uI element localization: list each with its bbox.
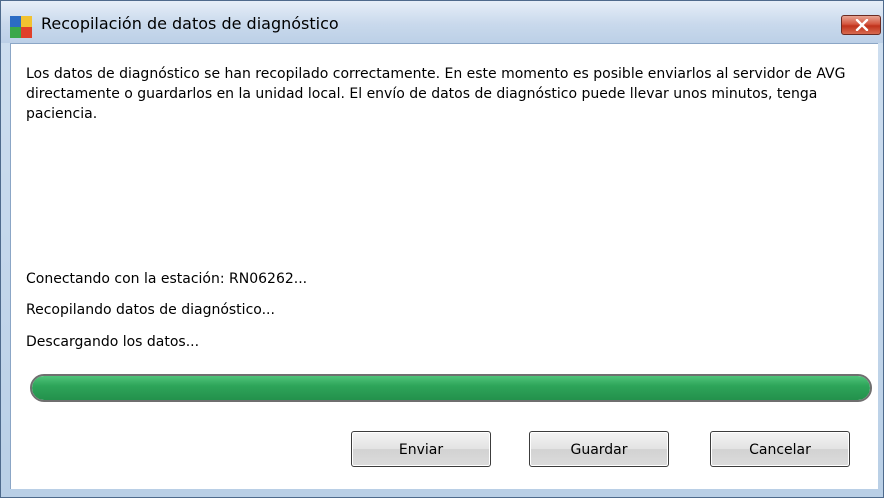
status-connecting: Conectando con la estación: RN06262...: [26, 271, 308, 287]
status-collecting: Recopilando datos de diagnóstico...: [26, 302, 275, 318]
avg-logo-icon: [10, 16, 32, 38]
description-text: Los datos de diagnóstico se han recopila…: [26, 66, 846, 122]
close-icon: [855, 19, 869, 31]
dialog-content: Los datos de diagnóstico se han recopila…: [10, 43, 878, 489]
title-bar[interactable]: Recopilación de datos de diagnóstico: [1, 1, 883, 43]
dialog-window: Recopilación de datos de diagnóstico Los…: [0, 0, 884, 498]
window-title: Recopilación de datos de diagnóstico: [41, 14, 339, 33]
close-button[interactable]: [841, 15, 881, 35]
progress-bar: [30, 374, 872, 402]
send-button[interactable]: Enviar: [351, 431, 491, 467]
cancel-button[interactable]: Cancelar: [710, 431, 850, 467]
progress-fill: [32, 376, 870, 400]
status-downloading: Descargando los datos...: [26, 334, 200, 350]
save-button[interactable]: Guardar: [529, 431, 669, 467]
